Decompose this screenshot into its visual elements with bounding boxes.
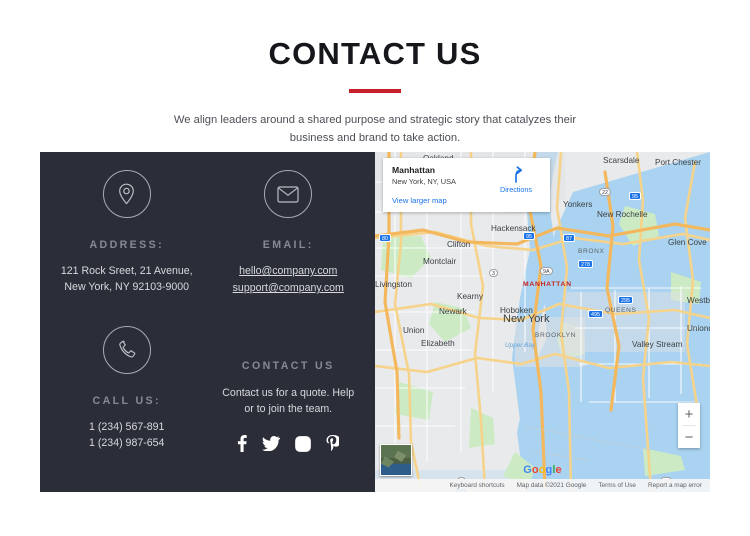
phone-icon [102,326,151,374]
google-watermark-letter: G [523,464,532,476]
phone-number-1: 1 (234) 567-891 [89,421,165,433]
zoom-out-button[interactable]: − [678,426,700,448]
info-panel: ADDRESS: 121 Rock Sreet, 21 Avenue, New … [40,152,375,492]
pinterest-icon[interactable] [326,435,340,452]
facebook-icon[interactable] [237,435,247,453]
contact-line-1: Contact us for a quote. Help [222,386,355,399]
contact-title: CONTACT US [241,359,335,372]
address-line-1: 121 Rock Sreet, 21 Avenue, [60,265,193,277]
email-title: EMAIL: [262,239,314,251]
email-block: EMAIL: hello@company.com support@company… [208,170,370,326]
map-info-card[interactable]: Manhattan New York, NY, USA View larger … [383,158,550,212]
phone-number-2: 1 (234) 987-654 [89,437,165,450]
address-line-2: New York, NY 92103-9000 [64,281,190,294]
google-watermark: Google [523,464,562,476]
map-panel[interactable]: OaklandScarsdalePort ChesterYonkersNew R… [375,152,710,492]
satellite-thumbnail-image [381,445,411,475]
instagram-icon[interactable] [295,436,312,452]
contact-block: CONTACT US Contact us for a quote. Help … [208,326,370,482]
call-title: CALL US: [92,395,161,407]
directions-button[interactable]: Directions [490,166,542,194]
view-larger-map-link[interactable]: View larger map [392,196,541,205]
map-attribution-item[interactable]: Terms of Use [598,482,636,489]
address-title: ADDRESS: [89,239,165,251]
title-divider [349,88,401,93]
content-band: ADDRESS: 121 Rock Sreet, 21 Avenue, New … [40,152,710,492]
social-links [237,435,340,453]
address-block: ADDRESS: 121 Rock Sreet, 21 Avenue, New … [46,170,208,326]
map-attribution-item[interactable]: Report a map error [648,482,702,489]
directions-arrow-icon [514,166,522,183]
directions-label: Directions [500,185,532,194]
map-attribution-bar: Keyboard shortcuts Map data ©2021 Google T… [375,479,710,492]
contact-line-2: or to join the team. [244,403,333,415]
email-link-2[interactable]: support@company.com [233,280,344,297]
map-attribution-item[interactable]: Keyboard shortcuts [450,482,505,489]
email-link-1[interactable]: hello@company.com [239,263,337,280]
intro-text: We align leaders around a shared purpose… [173,113,577,144]
page-header: CONTACT US We align leaders around a sha… [0,0,750,147]
map-zoom-controls[interactable]: + − [678,403,700,448]
satellite-view-thumbnail[interactable] [380,444,412,476]
location-pin-icon [102,170,151,218]
twitter-icon[interactable] [262,436,281,452]
envelope-icon [264,170,313,218]
contact-page: CONTACT US We align leaders around a sha… [0,0,750,536]
google-watermark-letter: e [555,464,562,476]
map-attribution-item[interactable]: Map data ©2021 Google [517,482,587,489]
page-title: CONTACT US [268,36,482,71]
call-block: CALL US: 1 (234) 567-891 1 (234) 987-654 [46,326,208,482]
zoom-in-button[interactable]: + [678,403,700,425]
